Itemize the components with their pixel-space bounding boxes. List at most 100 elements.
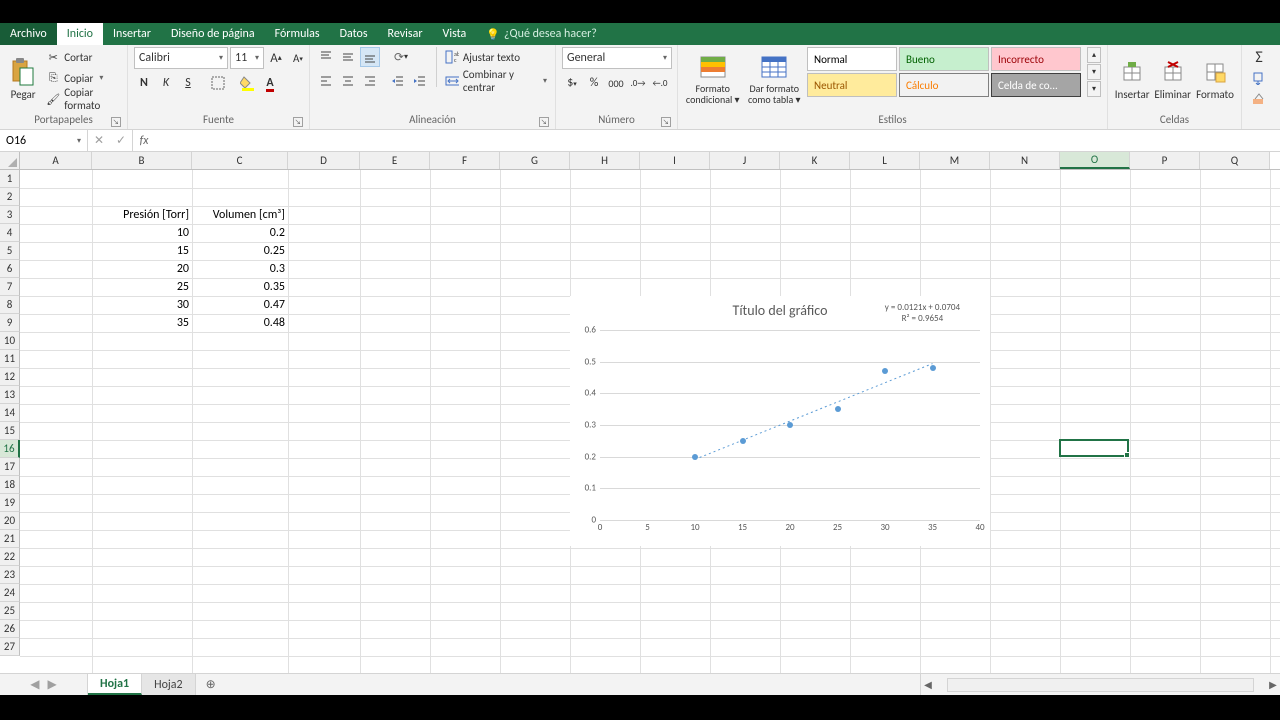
row-header[interactable]: 11 [0,350,20,368]
orientation-button[interactable]: ⟳▾ [388,47,414,67]
accept-formula-button[interactable]: ✓ [110,133,132,148]
styles-more[interactable]: ▾ [1087,81,1101,97]
currency-button[interactable]: $▾ [562,73,582,93]
column-header[interactable]: I [640,152,710,169]
row-header[interactable]: 27 [0,638,20,656]
data-point[interactable] [882,368,888,374]
style-calc[interactable]: Cálculo [899,73,989,97]
italic-button[interactable]: K [156,73,176,93]
row-header[interactable]: 26 [0,620,20,638]
autosum-button[interactable]: Σ [1248,47,1270,67]
tab-insertar[interactable]: Insertar [103,23,161,45]
data-point[interactable] [740,438,746,444]
row-header[interactable]: 8 [0,296,20,314]
cell[interactable]: 25 [92,278,192,296]
format-as-table-button[interactable]: Dar formato como tabla ▾ [746,47,804,111]
delete-cells-button[interactable]: Eliminar [1154,47,1191,111]
cell[interactable]: Presión [Torr] [92,206,192,224]
column-header[interactable]: K [780,152,850,169]
comma-button[interactable]: 000 [606,73,626,93]
style-check[interactable]: Celda de co... [991,73,1081,97]
row-header[interactable]: 3 [0,206,20,224]
sheet-tab[interactable]: Hoja2 [142,674,196,695]
style-bad[interactable]: Incorrecto [991,47,1081,71]
styles-scroll-down[interactable]: ▾ [1087,64,1101,80]
wrap-text-button[interactable]: abcAjustar texto [443,47,549,67]
tab-fórmulas[interactable]: Fórmulas [265,23,330,45]
tab-revisar[interactable]: Revisar [378,23,433,45]
merge-center-button[interactable]: Combinar y centrar▾ [443,71,549,91]
style-neutral[interactable]: Neutral [807,73,897,97]
align-top-button[interactable] [316,47,336,67]
cell[interactable]: 0.47 [192,296,288,314]
cell-styles-gallery[interactable]: Normal Bueno Incorrecto Neutral Cálculo … [807,47,1081,97]
alignment-launcher[interactable]: ↘ [539,117,549,127]
row-header[interactable]: 24 [0,584,20,602]
font-size-combo[interactable]: 11▾ [230,47,264,69]
row-header[interactable]: 1 [0,170,20,188]
tab-inicio[interactable]: Inicio [57,23,103,45]
data-point[interactable] [835,406,841,412]
copy-button[interactable]: ⎘Copiar▾ [44,68,121,88]
horizontal-scrollbar[interactable]: ◀▶ [920,674,1280,695]
align-left-button[interactable] [316,71,336,91]
format-painter-button[interactable]: 🖌Copiar formato [44,89,121,109]
sheet-nav-prev[interactable]: ◀ [30,677,39,692]
column-header[interactable]: A [20,152,92,169]
tab-datos[interactable]: Datos [330,23,378,45]
row-header[interactable]: 7 [0,278,20,296]
percent-button[interactable]: % [584,73,604,93]
row-header[interactable]: 15 [0,422,20,440]
paste-button[interactable]: Pegar [6,47,40,111]
select-all-corner[interactable] [0,152,20,170]
column-header[interactable]: P [1130,152,1200,169]
increase-indent-button[interactable] [410,71,430,91]
align-bottom-button[interactable] [360,47,380,67]
sheet-nav-next[interactable]: ▶ [48,677,57,692]
column-header[interactable]: J [710,152,780,169]
plot-area[interactable]: 00.10.20.30.40.50.60510152025303540 [600,330,980,520]
tab-diseño-de-página[interactable]: Diseño de página [161,23,265,45]
style-normal[interactable]: Normal [807,47,897,71]
row-header[interactable]: 9 [0,314,20,332]
trendline-equation[interactable]: y = 0.0121x + 0.0704R² = 0.9654 [885,302,960,324]
cell[interactable]: 35 [92,314,192,332]
fill-button[interactable] [1248,68,1268,88]
cell[interactable]: 15 [92,242,192,260]
cell[interactable]: 20 [92,260,192,278]
sheet-tab[interactable]: Hoja1 [88,674,142,695]
cell[interactable]: 0.3 [192,260,288,278]
row-header[interactable]: 12 [0,368,20,386]
row-header[interactable]: 23 [0,566,20,584]
clipboard-launcher[interactable]: ↘ [111,117,121,127]
bold-button[interactable]: N [134,73,154,93]
styles-scroll-up[interactable]: ▴ [1087,47,1101,63]
formula-input[interactable] [155,130,1280,151]
tell-me-search[interactable]: 💡 ¿Qué desea hacer? [476,23,607,45]
column-header[interactable]: O [1060,152,1130,169]
cell[interactable]: 0.35 [192,278,288,296]
row-header[interactable]: 14 [0,404,20,422]
row-header[interactable]: 10 [0,332,20,350]
data-point[interactable] [787,422,793,428]
number-launcher[interactable]: ↘ [661,117,671,127]
cut-button[interactable]: ✂Cortar [44,47,121,67]
row-header[interactable]: 2 [0,188,20,206]
fill-color-button[interactable] [238,73,258,93]
column-header[interactable]: Q [1200,152,1270,169]
font-name-combo[interactable]: Calibri▾ [134,47,228,69]
column-header[interactable]: E [360,152,430,169]
align-middle-button[interactable] [338,47,358,67]
fx-icon[interactable]: fx [133,130,155,151]
cell[interactable]: 30 [92,296,192,314]
cell[interactable]: 0.2 [192,224,288,242]
name-box[interactable]: O16▾ [0,130,88,151]
cell[interactable]: 10 [92,224,192,242]
row-header[interactable]: 18 [0,476,20,494]
increase-font-button[interactable]: A▴ [266,48,286,68]
row-header[interactable]: 5 [0,242,20,260]
format-cells-button[interactable]: Formato [1195,47,1235,111]
data-point[interactable] [692,454,698,460]
row-header[interactable]: 21 [0,530,20,548]
decrease-indent-button[interactable] [388,71,408,91]
